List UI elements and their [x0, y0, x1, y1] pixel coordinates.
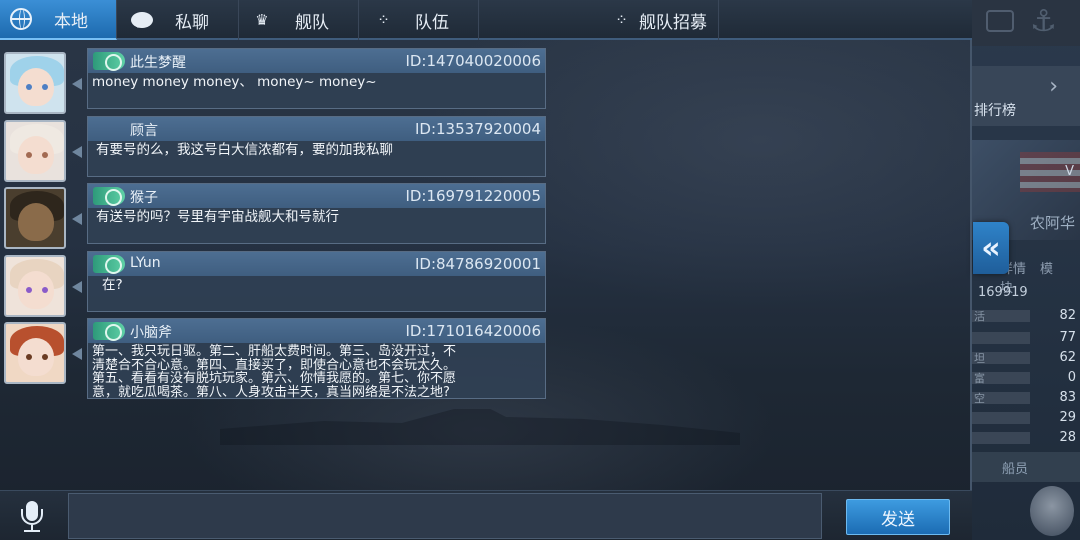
leaderboard-button[interactable]: 排行榜 › [972, 66, 1080, 126]
vip-badge-icon [93, 187, 125, 206]
chat-message: 猴子 ID:169791220005 有送号的吗？号里有宇宙战舰大和号就行 [0, 183, 560, 249]
team-dots-icon: ⁘ [377, 11, 390, 29]
bubble-pointer [72, 281, 82, 293]
sender-name[interactable]: LYun [130, 255, 161, 271]
anchor-icon[interactable]: ⚓ [1030, 4, 1057, 39]
globe-icon [10, 8, 32, 30]
stat-row: 富0 [972, 370, 1076, 385]
vip-badge-icon [93, 255, 125, 274]
shop-icon[interactable] [986, 10, 1014, 32]
message-bubble[interactable]: LYun ID:84786920001 在? [87, 251, 546, 312]
stat-row: 77 [972, 330, 1080, 346]
crew-button[interactable]: 船员 [972, 452, 1080, 482]
leaderboard-label: 排行榜 [974, 103, 1016, 119]
sender-id: ID:13537920004 [414, 120, 541, 138]
double-chevron-left-icon: « [981, 230, 1001, 266]
sender-id: ID:169791220005 [405, 187, 541, 205]
fleet-emblem-icon: ♛ [255, 11, 269, 29]
ship-name: 农阿华 [1030, 214, 1076, 232]
recruit-dots-icon: ⁘ [615, 11, 628, 29]
stat-row: 28 [972, 430, 1080, 446]
send-button[interactable]: 发送 [846, 499, 950, 535]
sender-name[interactable]: 小脑斧 [130, 322, 172, 342]
avatar[interactable] [4, 255, 66, 317]
message-text: 有送号的吗？号里有宇宙战舰大和号就行 [96, 209, 339, 225]
vip-badge-icon [93, 322, 125, 341]
chat-input-bar: 发送 [0, 490, 972, 540]
captain-avatar[interactable] [1030, 486, 1074, 536]
vip-badge-icon [93, 52, 125, 71]
tab-team[interactable]: ⁘ 队伍 [359, 0, 479, 40]
avatar[interactable] [4, 120, 66, 182]
bubble-pointer [72, 348, 82, 360]
message-text: 有要号的么，我这号白大信浓都有，要的加我私聊 [96, 142, 393, 158]
sender-id: ID:147040020006 [405, 52, 541, 70]
stat-row: 空 83 [972, 390, 1076, 405]
tab-fleet[interactable]: ♛ 舰队 [239, 0, 359, 40]
microphone-icon[interactable] [18, 501, 46, 533]
chat-channel-tabs: 本地 私聊 ♛ 舰队 ⁘ 队伍 ⁘ 舰队招募 [0, 0, 972, 40]
chat-message: 顾言 ID:13537920004 有要号的么，我这号白大信浓都有，要的加我私聊 [0, 116, 560, 182]
crew-label: 船员 [1002, 462, 1029, 477]
chevron-right-icon: › [1049, 74, 1058, 99]
sender-id: ID:84786920001 [414, 255, 541, 273]
message-bubble[interactable]: 顾言 ID:13537920004 有要号的么，我这号白大信浓都有，要的加我私聊 [87, 116, 546, 177]
message-text: 第一、我只玩日驱。第二、肝船太费时间。第三、岛没开过，不 清楚合不合心意。第四、… [92, 344, 457, 400]
message-text: money money money、 money~ money~ [92, 74, 377, 90]
chat-bubble-icon [131, 9, 153, 31]
tab-private[interactable]: 私聊 [117, 0, 239, 40]
tab-label: 舰队招募 [639, 12, 707, 33]
message-bubble[interactable]: 此生梦醒 ID:147040020006 money money money、 … [87, 48, 546, 109]
sender-id: ID:171016420006 [405, 322, 541, 340]
tab-local[interactable]: 本地 [0, 0, 117, 40]
stat-row: 29 [972, 410, 1080, 426]
chat-message-input[interactable] [68, 493, 822, 539]
side-top-bar: ⚓ [972, 0, 1080, 46]
sender-name[interactable]: 猴子 [130, 187, 158, 207]
chat-message: 小脑斧 ID:171016420006 第一、我只玩日驱。第二、肝船太费时间。第… [0, 318, 560, 400]
ship-tier: V [1065, 164, 1074, 179]
bubble-pointer [72, 213, 82, 225]
stat-row: 活 82 [972, 308, 1076, 323]
chat-message: LYun ID:84786920001 在? [0, 251, 560, 317]
message-text: 在? [102, 277, 123, 293]
tab-fleet-recruit[interactable]: ⁘ 舰队招募 [479, 0, 719, 40]
tab-label: 本地 [54, 11, 88, 32]
sender-name[interactable]: 顾言 [130, 120, 158, 140]
message-bubble[interactable]: 猴子 ID:169791220005 有送号的吗？号里有宇宙战舰大和号就行 [87, 183, 546, 244]
chat-message: 此生梦醒 ID:147040020006 money money money、 … [0, 48, 560, 114]
tab-label: 私聊 [175, 12, 209, 33]
combat-power: 169919 [978, 285, 1028, 300]
message-bubble[interactable]: 小脑斧 ID:171016420006 第一、我只玩日驱。第二、肝船太费时间。第… [87, 318, 546, 399]
avatar[interactable] [4, 322, 66, 384]
tab-label: 队伍 [415, 12, 449, 33]
bubble-pointer [72, 146, 82, 158]
tab-label: 舰队 [295, 12, 329, 33]
chat-window: 本地 私聊 ♛ 舰队 ⁘ 队伍 ⁘ 舰队招募 此生梦醒 ID:147040020… [0, 0, 972, 540]
avatar[interactable] [4, 187, 66, 249]
bubble-pointer [72, 78, 82, 90]
stat-row: 坦 62 [972, 350, 1076, 365]
avatar[interactable] [4, 52, 66, 114]
sender-name[interactable]: 此生梦醒 [130, 52, 186, 72]
collapse-chat-button[interactable]: « [973, 222, 1009, 274]
